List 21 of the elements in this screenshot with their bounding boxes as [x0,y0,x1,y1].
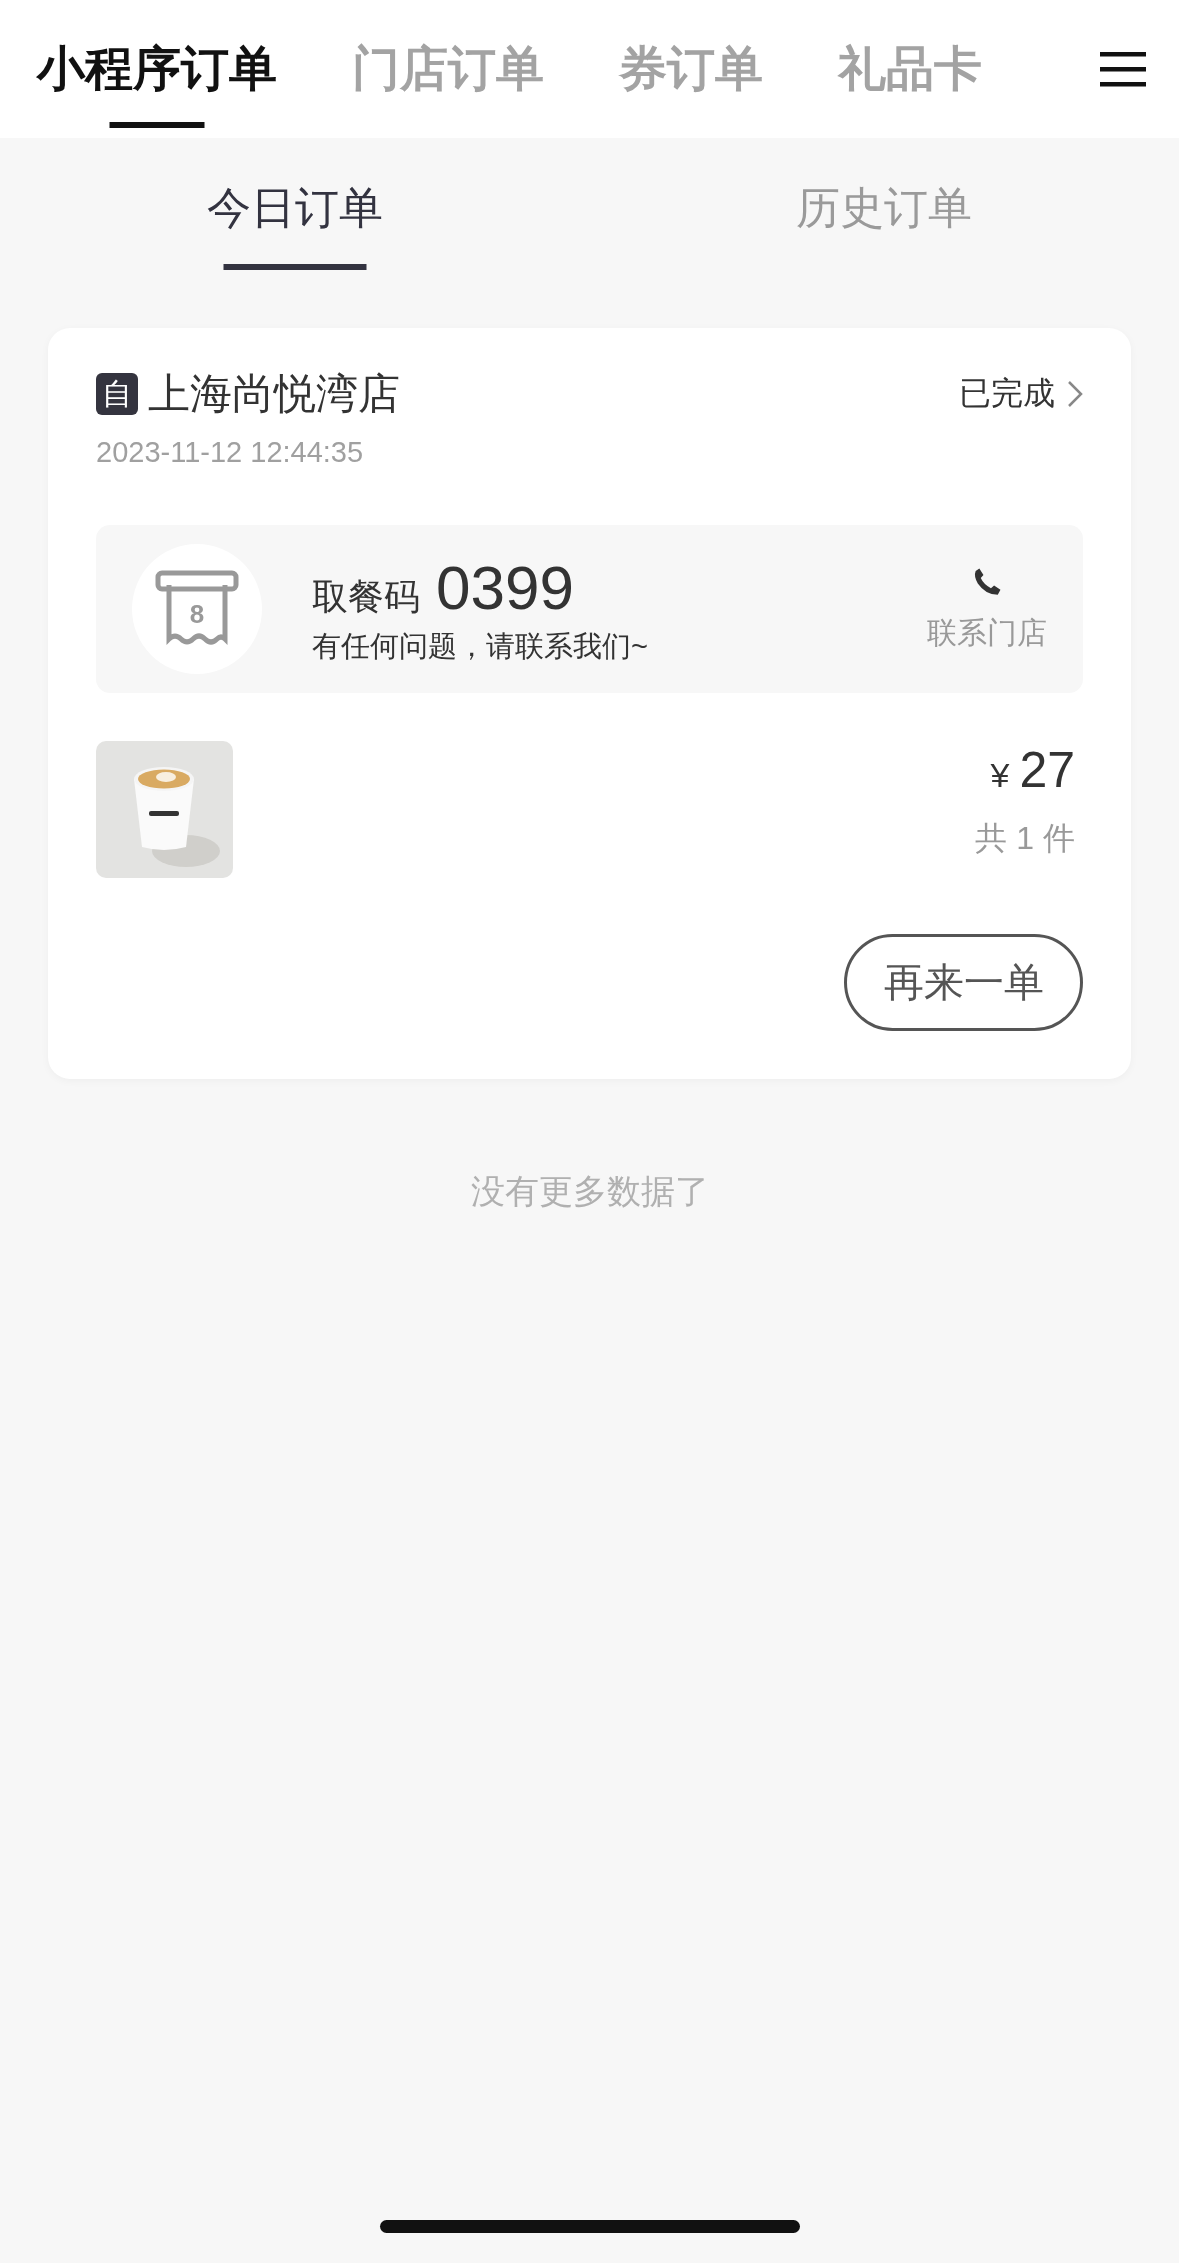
reorder-button[interactable]: 再来一单 [844,934,1083,1031]
order-type-tab[interactable]: 小程序订单 [37,0,277,138]
ticket-icon: 8 [132,544,262,674]
order-type-tab[interactable]: 礼品卡 [838,0,982,138]
order-type-tab[interactable]: 门店订单 [352,0,544,138]
item-count: 共 1 件 [975,819,1075,858]
store-name: 上海尚悦湾店 [148,369,400,419]
menu-icon[interactable] [1100,50,1146,88]
date-tab[interactable]: 历史订单 [589,138,1179,278]
order-type-tab[interactable]: 券订单 [619,0,763,138]
order-status-link[interactable]: 已完成 [959,372,1083,416]
order-datetime: 2023-11-12 12:44:35 [96,436,365,469]
chevron-right-icon [1067,380,1083,408]
date-tab[interactable]: 今日订单 [0,138,590,278]
pickup-code: 0399 [436,551,574,623]
contact-store-button[interactable]: 联系门店 [927,564,1047,654]
order-total: ¥ 27 [989,741,1075,799]
pickup-code-label: 取餐码 [312,574,420,619]
self-pickup-badge: 自 [96,373,138,415]
no-more-data-text: 没有更多数据了 [470,1171,709,1212]
help-text: 有任何问题，请联系我们~ [312,628,649,664]
